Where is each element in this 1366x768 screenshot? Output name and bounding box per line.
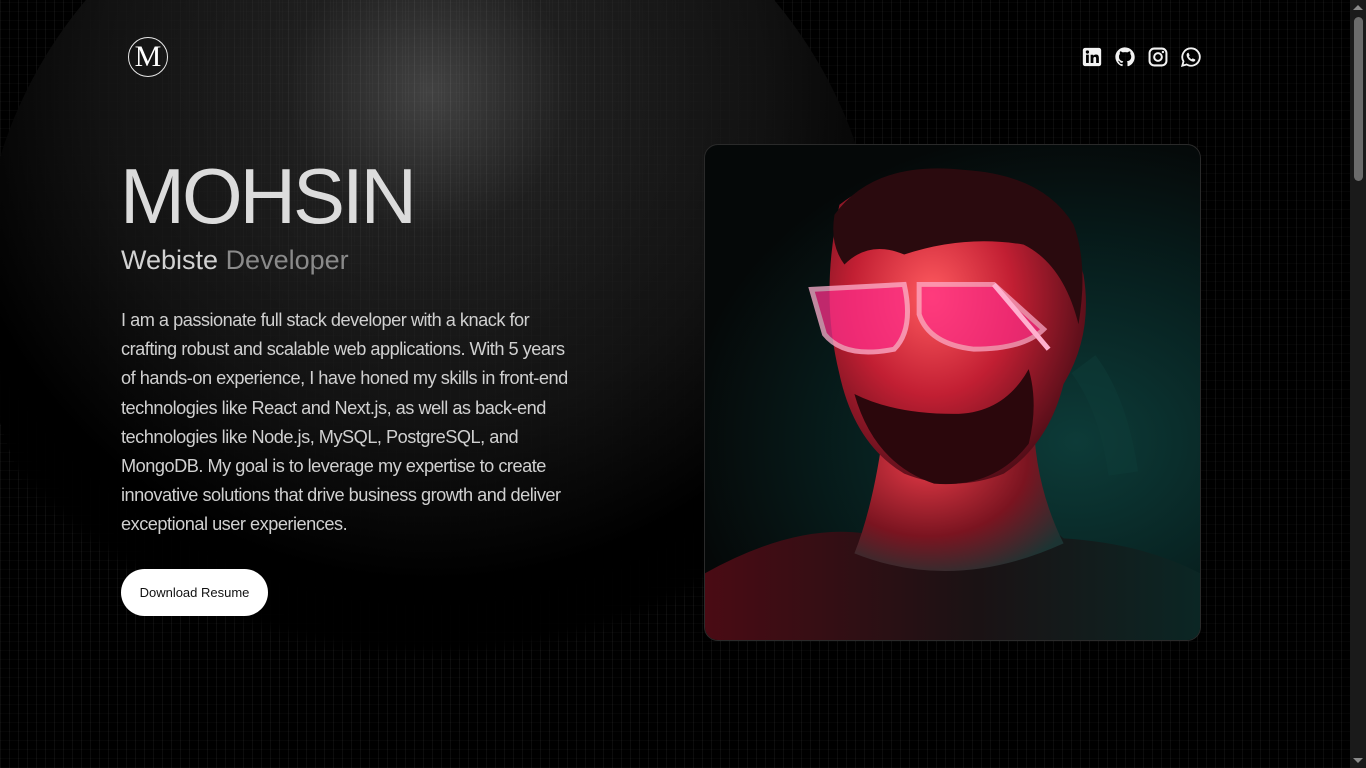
whatsapp-icon[interactable] bbox=[1180, 46, 1202, 68]
about-paragraph: I am a passionate full stack developer w… bbox=[121, 310, 568, 535]
logo[interactable]: M bbox=[128, 37, 168, 77]
page: M MOHSIN Webiste Developer I am a passio… bbox=[0, 0, 1366, 768]
instagram-icon[interactable] bbox=[1147, 46, 1169, 68]
scrollbar[interactable] bbox=[1350, 0, 1366, 768]
linkedin-icon[interactable] bbox=[1081, 46, 1103, 68]
download-resume-button[interactable]: Download Resume bbox=[121, 569, 268, 616]
hero-name: MOHSIN bbox=[120, 152, 417, 240]
social-links bbox=[1081, 46, 1202, 68]
scroll-up-icon[interactable] bbox=[1353, 5, 1363, 10]
hero-section: M MOHSIN Webiste Developer I am a passio… bbox=[0, 0, 1366, 768]
scroll-thumb[interactable] bbox=[1354, 17, 1363, 181]
hero-role: Webiste Developer bbox=[121, 243, 349, 277]
scroll-down-icon[interactable] bbox=[1353, 758, 1363, 763]
role-second-word: Developer bbox=[225, 245, 349, 275]
portrait-photo bbox=[704, 144, 1201, 641]
github-icon[interactable] bbox=[1114, 46, 1136, 68]
role-first-word: Webiste bbox=[121, 245, 219, 275]
logo-letter: M bbox=[134, 40, 162, 73]
